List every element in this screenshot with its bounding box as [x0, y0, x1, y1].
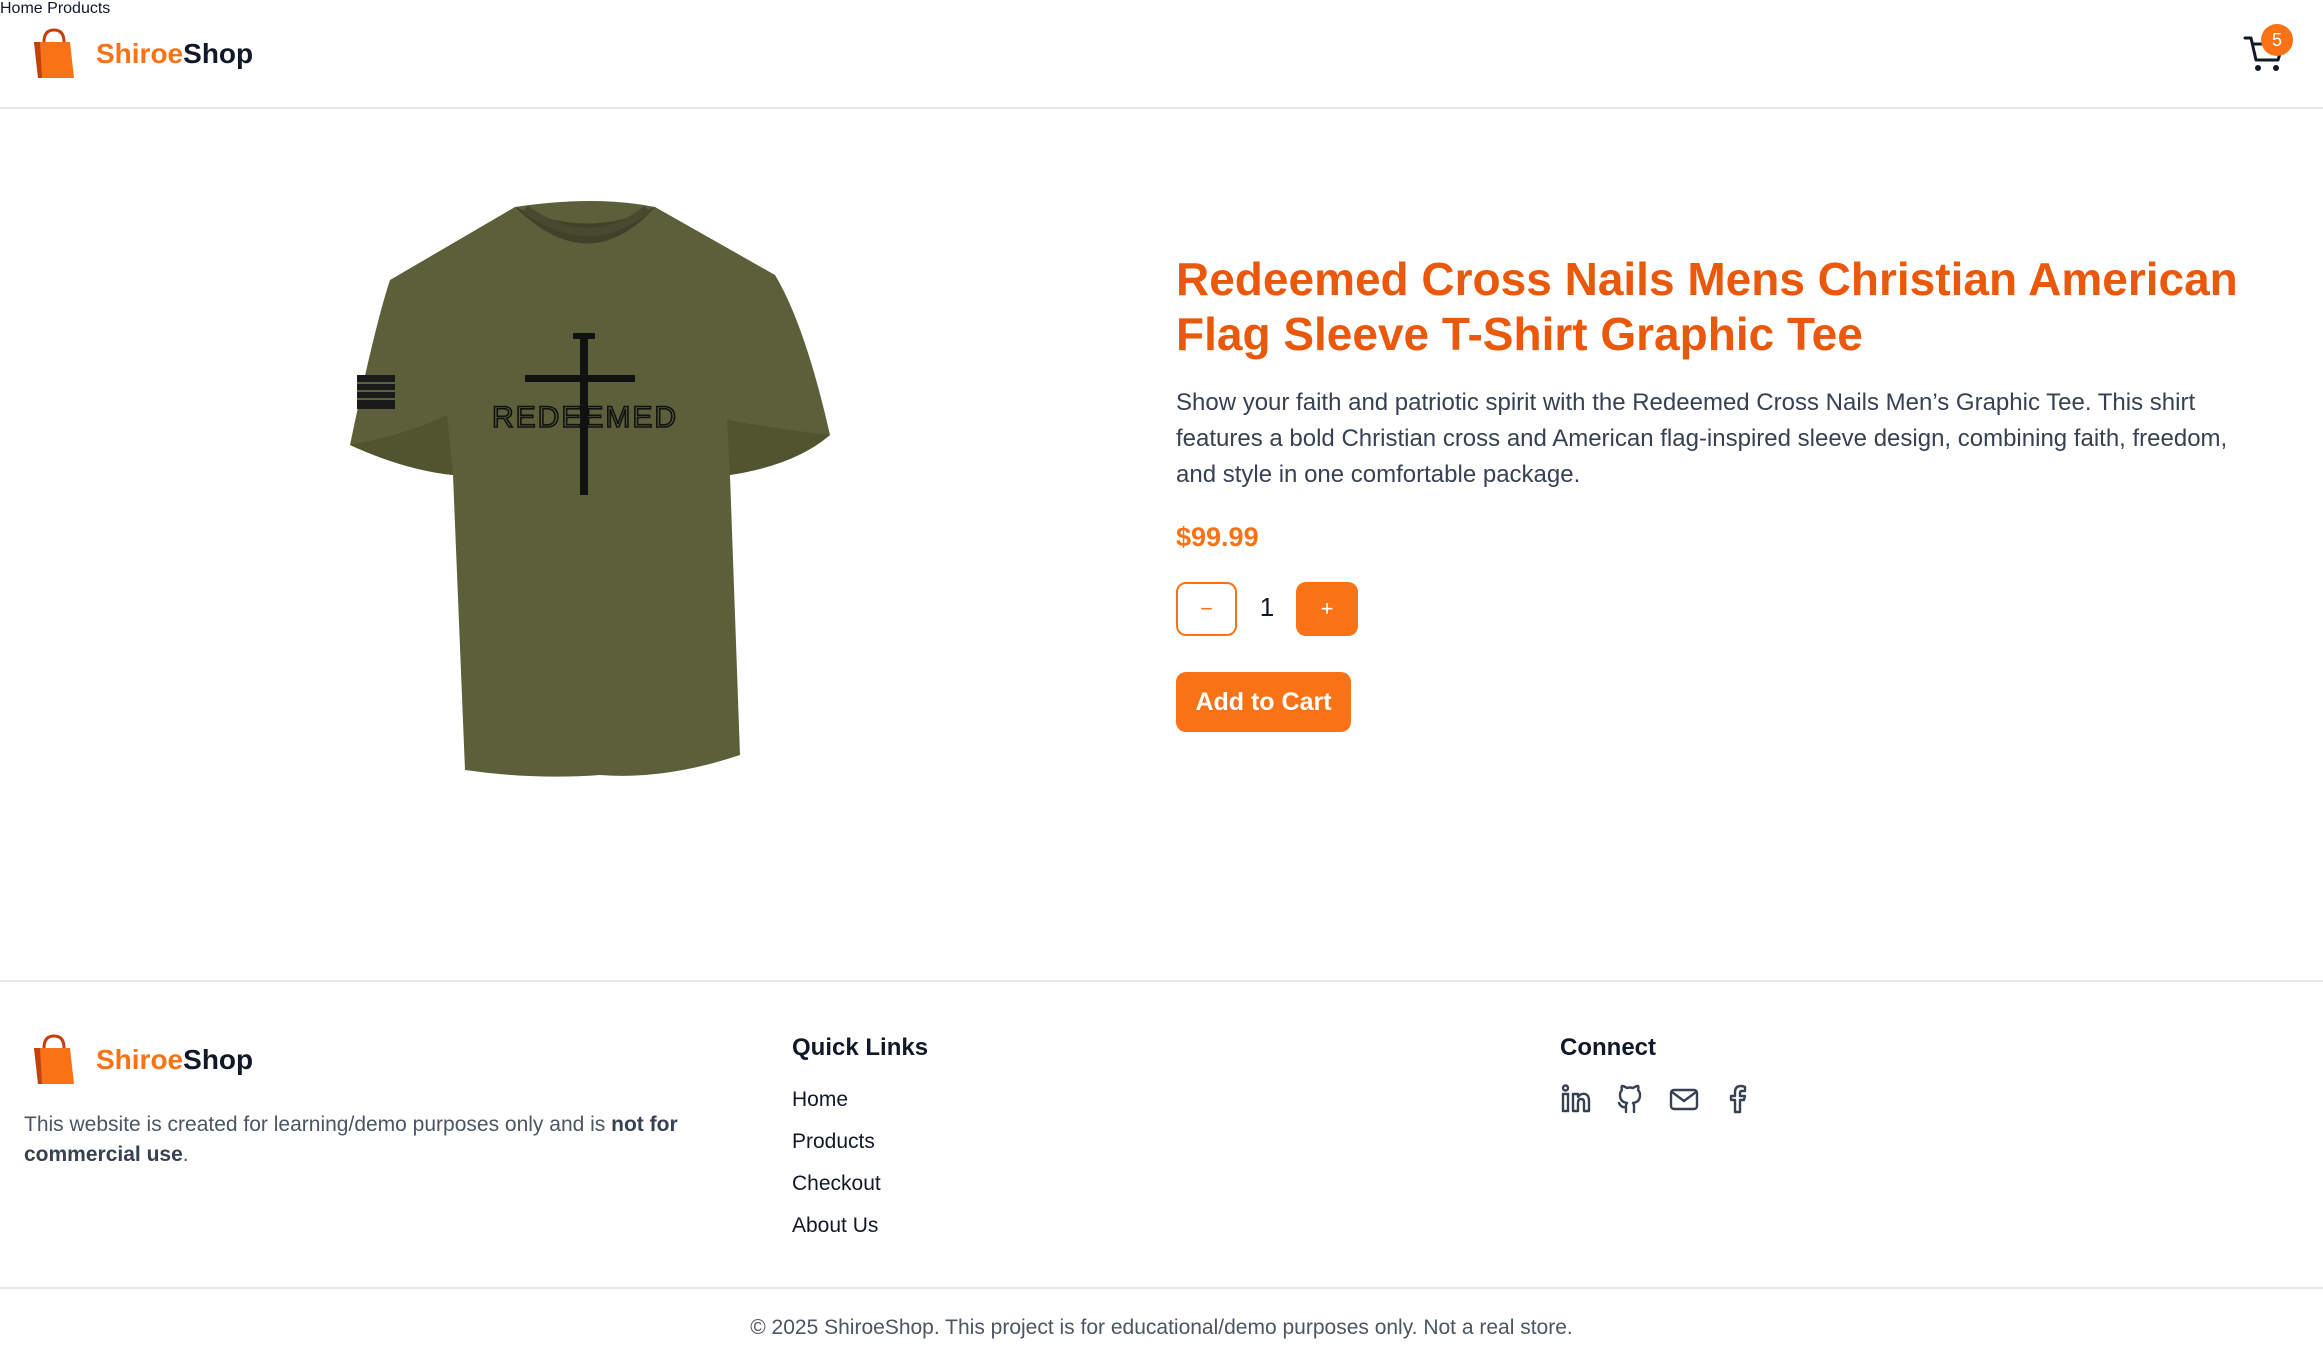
facebook-icon[interactable] — [1722, 1083, 1754, 1115]
nav-home-link[interactable]: Home — [0, 0, 43, 17]
footer-brand-logo[interactable]: ShiroeShop — [30, 1032, 253, 1088]
brand-name-part2: Shop — [183, 38, 254, 69]
brand-logo[interactable]: ShiroeShop — [30, 26, 253, 82]
nav-products-link[interactable]: Products — [47, 0, 110, 17]
copyright-text: © 2025 ShiroeShop. This project is for e… — [750, 1316, 1573, 1339]
footer-brand-name-part1: Shiroe — [96, 1044, 184, 1075]
cart-count-badge: 5 — [2261, 24, 2293, 56]
add-to-cart-button[interactable]: Add to Cart — [1176, 672, 1351, 732]
product-image: REDEEMED — [350, 201, 830, 777]
quantity-increase-button[interactable]: + — [1296, 582, 1358, 636]
shopping-bag-icon — [34, 1034, 74, 1084]
footer-note-prefix: This website is created for learning/dem… — [24, 1113, 612, 1136]
quantity-decrease-button[interactable]: − — [1176, 582, 1237, 636]
footer-link-about-us[interactable]: About Us — [792, 1214, 878, 1238]
product-title: Redeemed Cross Nails Mens Christian Amer… — [1176, 253, 2238, 360]
quick-links-title: Quick Links — [792, 1034, 929, 1061]
footer-disclaimer: This website is created for learning/dem… — [24, 1110, 724, 1170]
brand-name: ShiroeShop — [96, 38, 253, 70]
brand-name-part1: Shiroe — [96, 38, 184, 69]
shopping-bag-icon — [34, 28, 74, 78]
main-nav: Home Products — [0, 0, 2323, 18]
product-description: Show your faith and patriotic spirit wit… — [1176, 389, 2228, 488]
linkedin-icon[interactable] — [1560, 1083, 1592, 1115]
site-header: ShiroeShop Home Products 5 — [0, 0, 2323, 109]
footer-bottom-divider — [0, 1287, 2323, 1289]
footer-brand-name-part2: Shop — [183, 1044, 254, 1075]
footer-brand-name: ShiroeShop — [96, 1044, 253, 1076]
flag-graphic — [357, 375, 395, 409]
shirt-print-text: REDEEMED — [492, 401, 678, 434]
quantity-value: 1 — [1259, 592, 1275, 622]
footer-divider — [0, 980, 2323, 982]
footer-link-checkout[interactable]: Checkout — [792, 1172, 881, 1196]
github-icon[interactable] — [1614, 1083, 1646, 1115]
footer-note-suffix: . — [182, 1143, 189, 1166]
footer-link-products[interactable]: Products — [792, 1130, 875, 1154]
product-price: $99.99 — [1176, 522, 1259, 552]
footer-link-home[interactable]: Home — [792, 1088, 848, 1112]
connect-title: Connect — [1560, 1034, 1656, 1061]
mail-icon[interactable] — [1668, 1083, 1700, 1115]
